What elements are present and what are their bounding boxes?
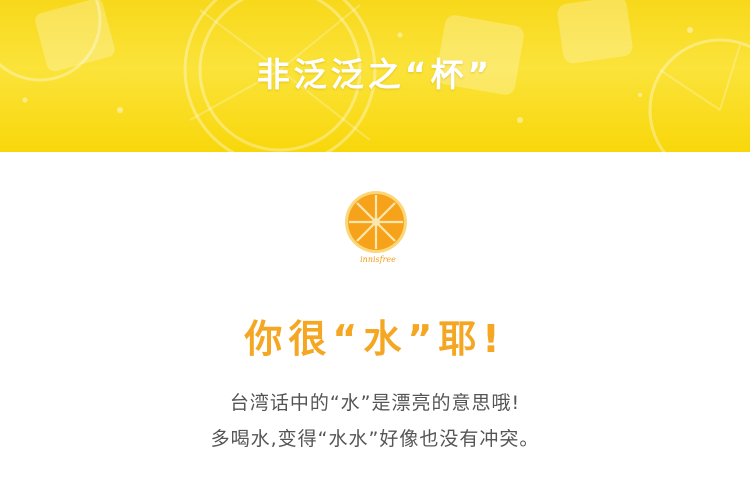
innisfree-orange-logo: innisfree [338,186,418,266]
orange-slice-icon: innisfree [345,191,407,264]
lemon-banner: 非泛泛之“杯” [0,0,750,152]
brand-text: innisfree [360,255,396,264]
description-line-2: 多喝水,变得“水水”好像也没有冲突。 [210,428,540,450]
headline: 你很“水”耶! [244,317,506,361]
description-line-1: 台湾话中的“水”是漂亮的意思哦! [229,392,521,414]
banner-title: 非泛泛之“杯” [256,55,494,94]
